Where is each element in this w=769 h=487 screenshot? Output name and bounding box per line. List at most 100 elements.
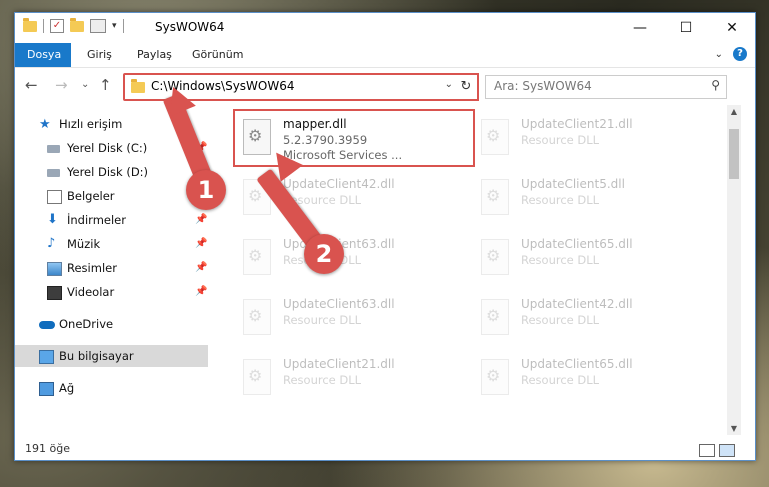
file-name: UpdateClient42.dll bbox=[283, 177, 395, 191]
nav-item-local-disk-d[interactable]: Yerel Disk (D:) 📌 bbox=[15, 161, 208, 183]
video-icon bbox=[47, 286, 62, 300]
nav-item-videos[interactable]: Videolar 📌 bbox=[15, 281, 208, 303]
file-item[interactable]: UpdateClient65.dll Resource DLL bbox=[473, 351, 703, 407]
file-description: Resource DLL bbox=[521, 373, 600, 387]
nav-item-this-pc[interactable]: Bu bilgisayar bbox=[15, 345, 208, 367]
refresh-button[interactable]: ↻ bbox=[455, 73, 479, 101]
file-item[interactable]: UpdateClient21.dll Resource DLL bbox=[235, 351, 465, 407]
dll-file-icon bbox=[481, 359, 509, 395]
nav-item-onedrive[interactable]: OneDrive bbox=[15, 313, 208, 335]
music-icon: ♪ bbox=[47, 236, 56, 251]
nav-item-label: Bu bilgisayar bbox=[59, 349, 134, 363]
explorer-window: ✓ ▾ SysWOW64 — ☐ ✕ Dosya Giriş Paylaş Gö… bbox=[14, 12, 756, 461]
item-count: 191 öğe bbox=[25, 442, 70, 455]
search-placeholder[interactable]: Ara: SysWOW64 bbox=[494, 79, 592, 93]
search-icon[interactable]: ⚲ bbox=[711, 78, 720, 92]
window-controls: — ☐ ✕ bbox=[617, 13, 755, 43]
tab-share[interactable]: Paylaş bbox=[125, 43, 184, 67]
file-item[interactable]: UpdateClient21.dll Resource DLL bbox=[473, 111, 703, 167]
properties-check-icon[interactable]: ✓ bbox=[50, 19, 64, 33]
properties-icon[interactable] bbox=[90, 19, 106, 33]
details-view-icon[interactable] bbox=[699, 444, 715, 457]
nav-item-network[interactable]: Ağ bbox=[15, 377, 208, 399]
chevron-down-icon[interactable]: ⌄ bbox=[445, 79, 453, 90]
minimize-button[interactable]: — bbox=[617, 13, 663, 43]
file-item[interactable]: UpdateClient42.dll Resource DLL bbox=[473, 291, 703, 347]
file-name: UpdateClient21.dll bbox=[521, 117, 633, 131]
nav-item-pictures[interactable]: Resimler 📌 bbox=[15, 257, 208, 279]
documents-icon bbox=[47, 190, 62, 204]
pin-icon[interactable]: 📌 bbox=[195, 281, 207, 303]
customize-toolbar-icon[interactable]: ▾ bbox=[112, 21, 117, 31]
nav-item-label: İndirmeler bbox=[67, 213, 126, 227]
expand-ribbon-icon[interactable]: ⌄ bbox=[715, 49, 723, 60]
up-button[interactable]: ↑ bbox=[99, 76, 112, 94]
file-name: UpdateClient63.dll bbox=[283, 297, 395, 311]
nav-item-label: Belgeler bbox=[67, 189, 115, 203]
new-folder-icon[interactable] bbox=[70, 17, 84, 32]
pin-icon[interactable]: 📌 bbox=[195, 233, 207, 255]
nav-item-label: Videolar bbox=[67, 285, 115, 299]
recent-locations-button[interactable]: ⌄ bbox=[81, 79, 89, 90]
tab-file[interactable]: Dosya bbox=[15, 43, 71, 67]
forward-button[interactable]: → bbox=[55, 76, 68, 94]
folder-icon bbox=[131, 79, 145, 93]
tab-home[interactable]: Giriş bbox=[75, 43, 124, 67]
scroll-up-icon[interactable]: ▲ bbox=[727, 107, 741, 116]
dll-file-icon bbox=[243, 299, 271, 335]
nav-item-label: Yerel Disk (C:) bbox=[67, 141, 148, 155]
star-icon: ★ bbox=[39, 117, 51, 132]
download-icon: ⬇ bbox=[47, 212, 58, 227]
quick-access-toolbar: ✓ ▾ bbox=[23, 17, 124, 33]
dll-file-icon bbox=[481, 179, 509, 215]
pin-icon[interactable]: 📌 bbox=[195, 209, 207, 231]
file-name: UpdateClient42.dll bbox=[521, 297, 633, 311]
cloud-icon bbox=[39, 321, 55, 329]
help-icon[interactable]: ? bbox=[733, 47, 747, 61]
vertical-scrollbar[interactable]: ▲ ▼ bbox=[727, 105, 741, 435]
pin-icon[interactable]: 📌 bbox=[195, 257, 207, 279]
dll-file-icon bbox=[243, 359, 271, 395]
navigation-pane: ★ Hızlı erişim Yerel Disk (C:) 📌 Yerel D… bbox=[15, 105, 210, 435]
network-icon bbox=[39, 382, 54, 396]
file-item[interactable]: UpdateClient63.dll Resource DLL bbox=[235, 291, 465, 347]
file-item[interactable]: UpdateClient5.dll Resource DLL bbox=[473, 171, 703, 227]
divider bbox=[43, 19, 44, 33]
ribbon-right: ⌄ ? bbox=[715, 47, 747, 61]
dll-file-icon bbox=[481, 119, 509, 155]
folder-icon bbox=[23, 17, 37, 32]
navigation-bar: ← → ⌄ ↑ C:\Windows\SysWOW64 ⌄ ↻ Ara: Sys… bbox=[15, 68, 755, 102]
file-description: Resource DLL bbox=[283, 313, 362, 327]
nav-item-label: Ağ bbox=[59, 381, 75, 395]
dll-file-icon bbox=[481, 299, 509, 335]
scroll-down-icon[interactable]: ▼ bbox=[727, 424, 741, 433]
ribbon-tabs: Dosya Giriş Paylaş Görünüm ⌄ ? bbox=[15, 43, 755, 68]
step-badge-2: 2 bbox=[304, 234, 344, 274]
search-box[interactable]: Ara: SysWOW64 ⚲ bbox=[485, 75, 727, 99]
dll-file-icon bbox=[481, 239, 509, 275]
scrollbar-thumb[interactable] bbox=[729, 129, 739, 179]
file-item[interactable]: UpdateClient65.dll Resource DLL bbox=[473, 231, 703, 287]
status-bar: 191 öğe bbox=[15, 438, 755, 460]
file-description: Resource DLL bbox=[521, 133, 600, 147]
nav-item-label: Resimler bbox=[67, 261, 117, 275]
divider bbox=[122, 19, 124, 33]
back-button[interactable]: ← bbox=[25, 76, 38, 94]
tiles-view-icon[interactable] bbox=[719, 444, 735, 457]
drive-icon bbox=[47, 145, 60, 153]
pictures-icon bbox=[47, 262, 62, 276]
nav-item-downloads[interactable]: ⬇ İndirmeler 📌 bbox=[15, 209, 208, 231]
drive-icon bbox=[47, 169, 60, 177]
file-name: UpdateClient21.dll bbox=[283, 357, 395, 371]
file-name: UpdateClient5.dll bbox=[521, 177, 625, 191]
file-description: Resource DLL bbox=[521, 193, 600, 207]
file-item[interactable]: UpdateClient63.dll Resource DLL bbox=[235, 231, 465, 287]
nav-item-documents[interactable]: Belgeler 📌 bbox=[15, 185, 208, 207]
tab-view[interactable]: Görünüm bbox=[180, 43, 255, 67]
computer-icon bbox=[39, 350, 54, 364]
nav-item-music[interactable]: ♪ Müzik 📌 bbox=[15, 233, 208, 255]
close-button[interactable]: ✕ bbox=[709, 13, 755, 43]
maximize-button[interactable]: ☐ bbox=[663, 13, 709, 43]
file-description: Resource DLL bbox=[283, 373, 362, 387]
file-name: UpdateClient65.dll bbox=[521, 237, 633, 251]
